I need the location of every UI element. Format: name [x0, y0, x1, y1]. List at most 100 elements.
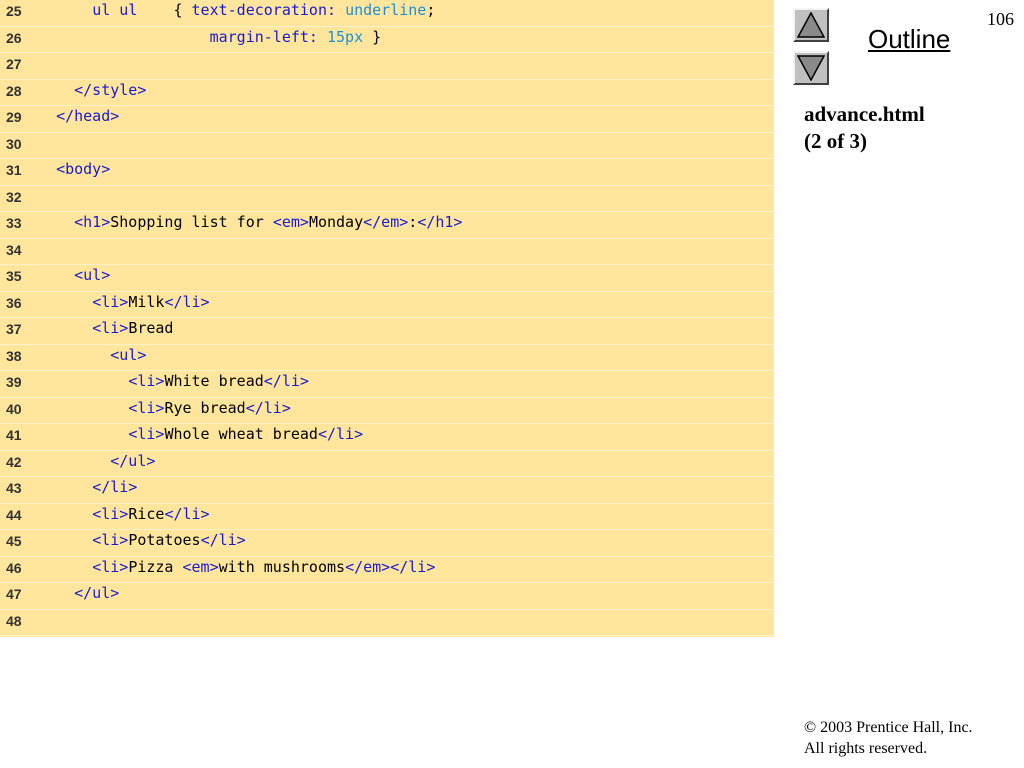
line-number: 36 [6, 294, 22, 311]
line-number: 40 [6, 400, 22, 417]
code-token: <body> [56, 160, 111, 178]
copyright-footer: © 2003 Prentice Hall, Inc. All rights re… [804, 717, 973, 759]
code-line: 31 <body> [0, 159, 774, 186]
code-token: </h1> [417, 213, 463, 231]
line-number: 30 [6, 135, 22, 152]
code-token: </em> [363, 213, 409, 231]
code-token: </head> [56, 107, 120, 125]
code-token: White bread [164, 372, 264, 390]
code-token: <li> [92, 557, 129, 576]
line-number: 33 [6, 215, 22, 231]
code-token: Bread [128, 319, 174, 337]
slide-title: advance.html (2 of 3) [804, 101, 925, 155]
code-line: 26 margin-left: 15px } [0, 27, 774, 53]
line-number: 25 [6, 3, 22, 19]
code-token: <li> [92, 292, 129, 311]
line-number: 32 [6, 188, 22, 205]
code-token: Whole wheat bread [164, 425, 318, 443]
code-listing: 25 ul ul { text-decoration: underline; 26… [0, 0, 774, 637]
code-line: 41 <li>Whole wheat bread</li> [0, 424, 774, 451]
code-text: </ul> [38, 584, 119, 602]
line-number: 35 [6, 268, 22, 284]
code-line: 45 <li>Potatoes</li> [0, 530, 774, 557]
code-line: 47 </ul> [0, 583, 774, 610]
code-token: </li> [263, 372, 309, 390]
code-token: <li> [128, 425, 165, 443]
previous-slide-button[interactable] [793, 8, 829, 42]
code-token: { [137, 1, 192, 19]
code-text: <ul> [38, 346, 146, 364]
code-token: <ul> [110, 345, 147, 364]
code-token: <li> [92, 531, 129, 549]
code-token: <em> [272, 213, 309, 231]
code-line: 30 [0, 133, 774, 159]
code-token: Rye bread [164, 398, 246, 417]
code-token: </li> [390, 557, 436, 576]
next-slide-button[interactable] [793, 51, 829, 85]
code-text: <li>Rice</li> [38, 504, 209, 523]
code-text: <li>White bread</li> [38, 372, 309, 390]
code-token: <h1> [74, 213, 111, 231]
code-token: <li> [92, 504, 129, 523]
line-number: 28 [6, 82, 22, 99]
line-number: 44 [6, 506, 22, 523]
code-text: <ul> [38, 266, 110, 284]
line-number: 26 [6, 29, 22, 46]
line-number: 48 [6, 612, 22, 629]
code-token: margin-left: [209, 27, 318, 46]
code-token: </li> [92, 478, 138, 496]
code-token: </li> [245, 398, 291, 417]
code-line: 43 </li> [0, 477, 774, 504]
line-number: 34 [6, 241, 22, 258]
code-line: 34 [0, 239, 774, 265]
triangle-down-icon [797, 55, 825, 81]
code-line: 40 <li>Rye bread</li> [0, 398, 774, 424]
line-number: 31 [6, 162, 22, 178]
code-token: </style> [74, 80, 147, 99]
code-token: with mushrooms [218, 557, 346, 576]
code-text: </style> [38, 81, 146, 99]
code-token: Pizza [128, 557, 183, 576]
outline-link[interactable]: Outline [868, 24, 950, 55]
line-number: 41 [6, 427, 22, 443]
code-text: <li>Rye bread</li> [38, 399, 291, 417]
code-line: 29 </head> [0, 106, 774, 133]
copyright-text: © 2003 Prentice Hall, Inc. [804, 719, 973, 736]
code-token: </li> [317, 425, 364, 443]
line-number: 43 [6, 480, 22, 496]
line-number: 47 [6, 586, 22, 602]
code-text: <li>Pizza <em>with mushrooms</em></li> [38, 558, 435, 576]
line-number: 45 [6, 533, 22, 549]
code-text: </li> [38, 478, 137, 496]
code-token: </li> [164, 292, 210, 311]
code-token: </ul> [74, 584, 120, 602]
code-line: 37 <li>Bread [0, 318, 774, 345]
code-token: underline [345, 1, 427, 19]
code-token: </ul> [110, 451, 156, 470]
line-number: 29 [6, 109, 22, 125]
code-text: ul ul { text-decoration: underline; [38, 1, 435, 19]
code-text: <li>Whole wheat bread</li> [38, 425, 363, 443]
code-token: } [363, 27, 382, 46]
code-token: Potatoes [128, 531, 201, 549]
code-token: Rice [128, 504, 165, 523]
line-number: 38 [6, 347, 22, 364]
code-line: 32 [0, 186, 774, 212]
triangle-up-icon [797, 12, 825, 38]
code-line: 38 <ul> [0, 345, 774, 371]
